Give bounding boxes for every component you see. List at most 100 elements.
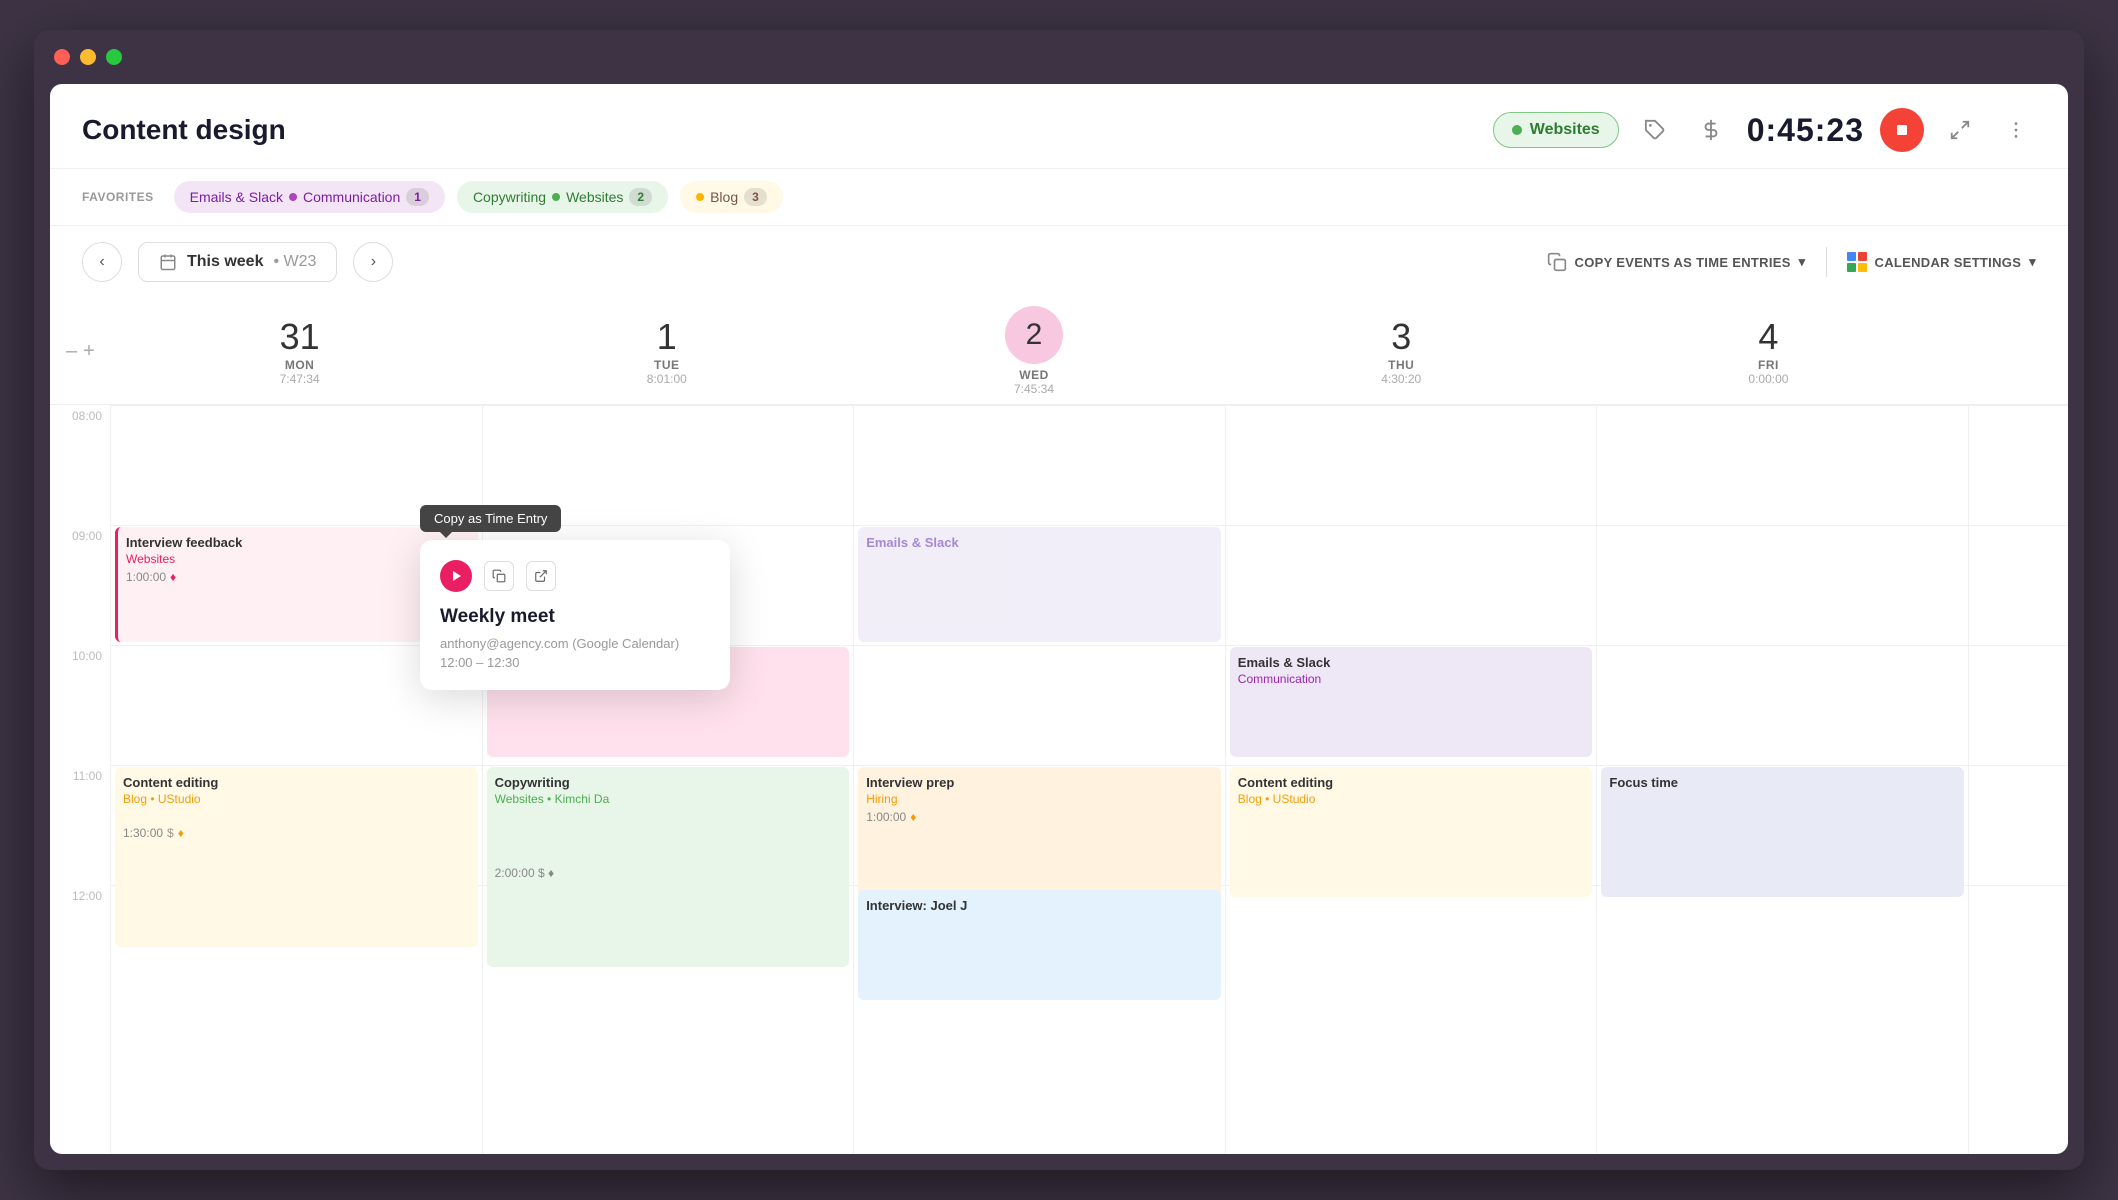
copywriting-tue-title: Copywriting — [495, 775, 842, 790]
thu-time: 4:30:20 — [1218, 372, 1585, 386]
popup-tooltip: Copy as Time Entry — [420, 505, 561, 532]
favorites-item-blog[interactable]: Blog 3 — [680, 181, 783, 213]
popup-external-link-button[interactable] — [526, 561, 556, 591]
maximize-button[interactable] — [106, 49, 122, 65]
favorites-bar: FAVORITES Emails & Slack Communication 1… — [50, 169, 2068, 226]
zoom-controls: – + — [66, 332, 116, 371]
copy-icon — [1547, 252, 1567, 272]
close-button[interactable] — [54, 49, 70, 65]
copy-icon — [492, 569, 506, 583]
day-headers: – + 31 MON 7:47:34 1 TUE 8:01:00 2 — [50, 298, 2068, 405]
content-editing-thu-tags: Blog • UStudio — [1238, 792, 1585, 806]
event-copywriting-tue[interactable]: Copywriting Websites • Kimchi Da 2:00:00… — [487, 767, 850, 967]
next-week-button[interactable]: › — [353, 242, 393, 282]
more-options-icon[interactable] — [1996, 110, 2036, 150]
content-editing-mon-duration: 1:30:00 $ ♦ — [123, 826, 470, 840]
time-label-8: 08:00 — [50, 405, 110, 525]
copy-events-chevron: ▾ — [1799, 254, 1806, 270]
event-focus-time[interactable]: Focus time — [1601, 767, 1964, 897]
event-content-editing-thu[interactable]: Content editing Blog • UStudio — [1230, 767, 1593, 897]
content-editing-thu-title: Content editing — [1238, 775, 1585, 790]
focus-time-title: Focus time — [1609, 775, 1956, 790]
calendar-area: – + 31 MON 7:47:34 1 TUE 8:01:00 2 — [50, 298, 2068, 1154]
copy-events-button[interactable]: COPY EVENTS AS TIME ENTRIES ▾ — [1547, 252, 1806, 272]
calendar-body: 08:00 09:00 10:00 11:00 12:00 — [50, 405, 2068, 1154]
day-header-wed: 2 WED 7:45:34 — [850, 298, 1217, 404]
blog-label: Blog — [710, 189, 738, 205]
wed-label: WED — [850, 368, 1217, 382]
interview-feedback-title: Interview feedback — [126, 535, 470, 550]
time-label-12: 12:00 — [50, 885, 110, 1005]
popup-tooltip-text: Copy as Time Entry — [434, 511, 547, 526]
day-header-mon: 31 MON 7:47:34 — [116, 308, 483, 394]
time-label-11: 11:00 — [50, 765, 110, 885]
week-label: This week — [187, 253, 263, 271]
page-title: Content design — [82, 114, 1477, 146]
emails-dot — [289, 193, 297, 201]
popup-time-range: 12:00 – 12:30 — [440, 655, 710, 670]
toolbar-separator — [1826, 247, 1827, 277]
event-content-editing-mon[interactable]: Content editing Blog • UStudio 1:30:00 $… — [115, 767, 478, 947]
popup-copy-button[interactable] — [484, 561, 514, 591]
calendar-icon — [159, 253, 177, 271]
time-labels: 08:00 09:00 10:00 11:00 12:00 — [50, 405, 110, 1154]
mon-label: MON — [116, 358, 483, 372]
copywriting-tue-tags: Websites • Kimchi Da — [495, 792, 842, 806]
wed-column: Emails & Slack Interview prep Hiring 1:0… — [853, 405, 1225, 1154]
interview-feedback-tag: Websites — [126, 552, 470, 566]
communication-label: Communication — [303, 189, 400, 205]
blog-count: 3 — [744, 188, 767, 206]
popup-overlay: Copy as Time Entry — [420, 505, 730, 690]
calendar-grid: Interview feedback Websites 1:00:00 ♦ Co… — [110, 405, 2068, 1154]
website-dot — [1512, 125, 1522, 135]
mon-time: 7:47:34 — [116, 372, 483, 386]
google-calendar-icon — [1847, 252, 1867, 272]
fri-column: Focus time — [1596, 405, 1968, 1154]
stop-button[interactable] — [1880, 108, 1924, 152]
expand-icon[interactable] — [1940, 110, 1980, 150]
emails-slack-thu-title: Emails & Slack — [1238, 655, 1585, 670]
thu-column: Emails & Slack Communication Content edi… — [1225, 405, 1597, 1154]
emails-slack-wed-title: Emails & Slack — [866, 535, 1213, 550]
week-selector[interactable]: This week • W23 — [138, 242, 337, 282]
blog-dot — [696, 193, 704, 201]
external-link-icon — [534, 569, 548, 583]
event-interview-joel[interactable]: Interview: Joel J — [858, 890, 1221, 1000]
time-label-10: 10:00 — [50, 645, 110, 765]
app-window: Content design Websites 0:45:23 — [34, 30, 2084, 1170]
tag-icon[interactable] — [1635, 110, 1675, 150]
favorites-label: FAVORITES — [82, 190, 154, 204]
day-header-fri: 4 FRI 0:00:00 — [1585, 308, 1952, 394]
content-editing-mon-tags: Blog • UStudio — [123, 792, 470, 806]
event-emails-slack-thu[interactable]: Emails & Slack Communication — [1230, 647, 1593, 757]
tue-label: TUE — [483, 358, 850, 372]
zoom-in-icon[interactable]: + — [83, 340, 95, 363]
website-badge[interactable]: Websites — [1493, 112, 1619, 148]
day-header-tue: 1 TUE 8:01:00 — [483, 308, 850, 394]
popup-email: anthony@agency.com (Google Calendar) — [440, 636, 710, 651]
tooltip-arrow — [440, 532, 452, 538]
popup-title: Weekly meet — [440, 606, 710, 628]
favorites-item-emails-slack[interactable]: Emails & Slack Communication 1 — [174, 181, 445, 213]
emails-slack-label: Emails & Slack — [190, 189, 283, 205]
wed-num: 2 — [1005, 306, 1063, 364]
dollar-icon[interactable] — [1691, 110, 1731, 150]
fri-time: 0:00:00 — [1585, 372, 1952, 386]
prev-week-button[interactable]: ‹ — [82, 242, 122, 282]
main-content: Content design Websites 0:45:23 — [50, 84, 2068, 1154]
content-editing-mon-title: Content editing — [123, 775, 470, 790]
cal-settings-label: CALENDAR SETTINGS — [1875, 255, 2022, 270]
favorites-item-copywriting[interactable]: Copywriting Websites 2 — [457, 181, 668, 213]
timer-display: 0:45:23 — [1747, 112, 1864, 149]
minimize-button[interactable] — [80, 49, 96, 65]
copywriting-label: Copywriting — [473, 189, 546, 205]
tue-num: 1 — [483, 316, 850, 358]
time-label-9: 09:00 — [50, 525, 110, 645]
popup-play-button[interactable] — [440, 560, 472, 592]
event-emails-slack-wed[interactable]: Emails & Slack — [858, 527, 1221, 642]
interview-feedback-duration: 1:00:00 ♦ — [126, 570, 470, 584]
zoom-out-icon[interactable]: – — [66, 340, 77, 363]
calendar-settings-button[interactable]: CALENDAR SETTINGS ▾ — [1847, 252, 2037, 272]
copy-events-label: COPY EVENTS AS TIME ENTRIES — [1575, 255, 1791, 270]
play-icon — [450, 570, 462, 582]
